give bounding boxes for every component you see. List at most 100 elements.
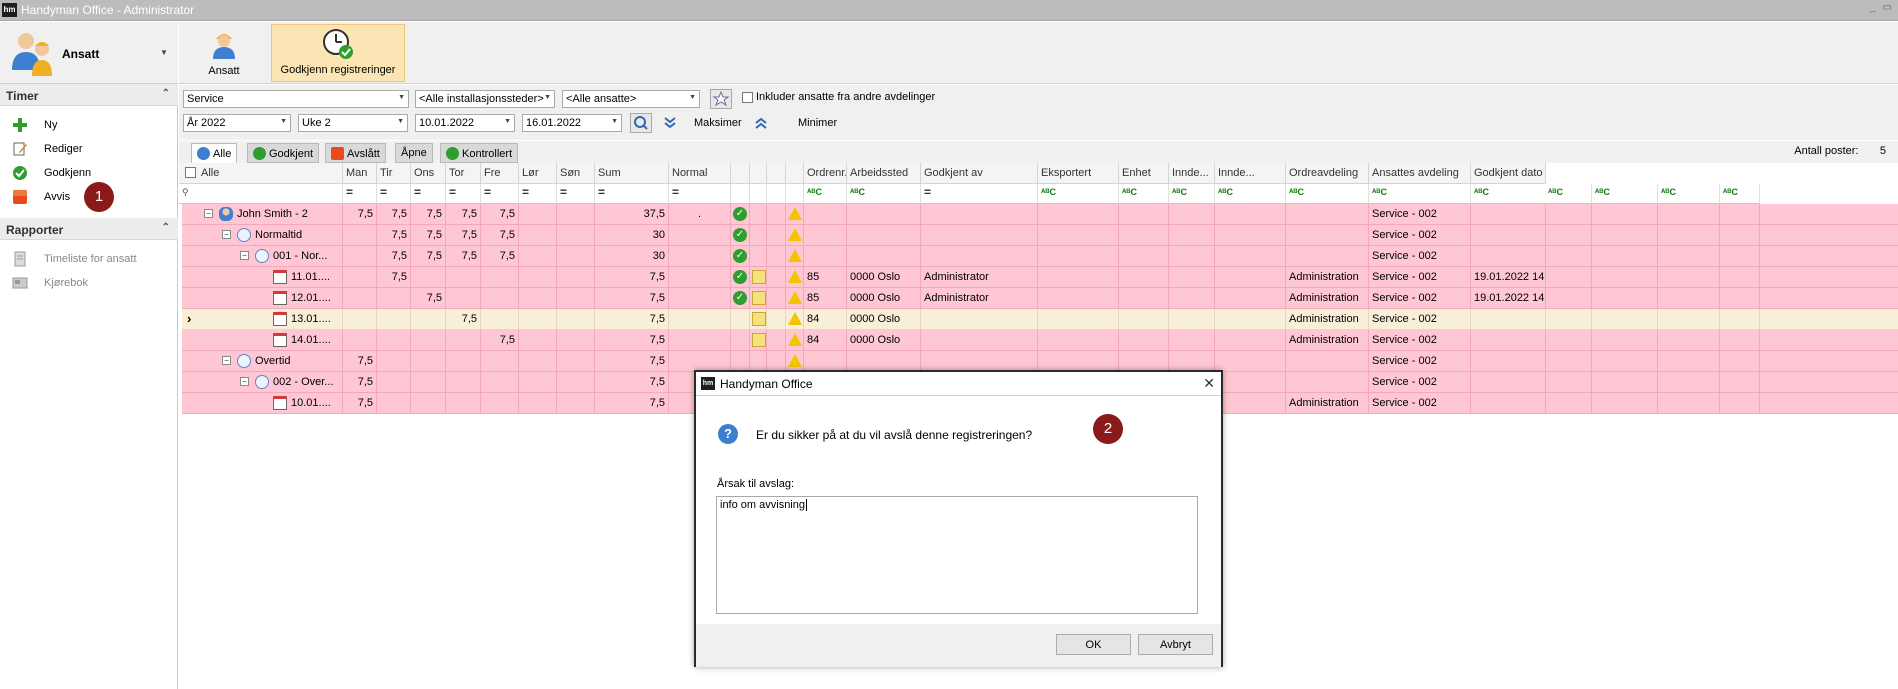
date-to-input[interactable]: 16.01.2022 ▼ [522,114,622,132]
cell-ordreavd[interactable]: Administration [1286,330,1369,351]
cell-tor[interactable] [446,393,481,414]
cell-innde2[interactable] [1215,225,1286,246]
cell-lor[interactable] [519,288,557,309]
row-name-cell[interactable]: 14.01.... [182,330,343,351]
icon-cell[interactable]: ✓ [731,204,750,225]
column-filter[interactable]: = [343,184,377,204]
column-filter[interactable]: ᴬᴮC [804,184,847,204]
tab-apne[interactable]: Åpne [395,143,433,163]
cell-godkjent_dato[interactable] [1471,393,1546,414]
cell-innde1[interactable] [1169,204,1215,225]
minimize-button[interactable]: Minimer [798,117,837,129]
cell-tir[interactable] [377,372,411,393]
cell-install[interactable] [1545,309,1592,330]
cell-install[interactable] [1545,204,1592,225]
table-row[interactable]: 11.01.... 7,5 7,5 ✓ 85 0000 Oslo Administrator… [182,267,1898,288]
row-name-cell[interactable]: − Normaltid [182,225,343,246]
column-filter[interactable]: ᴬᴮC [1369,184,1471,204]
column-filter[interactable]: = [481,184,519,204]
cell-normal[interactable] [669,309,731,330]
cell-ordreavd[interactable]: Administration [1286,393,1369,414]
row-name-cell[interactable]: 11.01.... [182,267,343,288]
column-filter[interactable]: ᴬᴮC [1471,184,1546,204]
column-header[interactable]: Normal [669,163,731,184]
cell-enhet[interactable] [1119,330,1169,351]
icon-cell[interactable] [731,309,750,330]
cell-innde2[interactable] [1215,372,1286,393]
column-header[interactable]: Sum [595,163,669,184]
column-filter[interactable]: ᴬᴮC [1215,184,1286,204]
cell-tir[interactable]: 7,5 [377,204,411,225]
cell-rekvisisjon[interactable] [1658,288,1720,309]
cell-ordreavd[interactable] [1286,246,1369,267]
icon-cell[interactable] [750,288,767,309]
cell-ordrenr[interactable] [804,246,847,267]
table-row[interactable]: − Normaltid 7,5 7,5 7,5 7,5 30 ✓ Service - 002 [182,225,1898,246]
cell-godkjent_dato[interactable] [1471,351,1546,372]
cell-tor[interactable] [446,351,481,372]
cell-ordreavd[interactable]: Administration [1286,288,1369,309]
cell-ons[interactable]: 7,5 [411,225,446,246]
cell-tir[interactable]: 7,5 [377,225,411,246]
cell-hovedordre[interactable] [1592,351,1658,372]
row-name-cell[interactable]: − 001 - Nor... [182,246,343,267]
cell-son[interactable] [557,351,595,372]
icon-cell[interactable] [767,330,786,351]
column-filter[interactable]: ᴬᴮC [847,184,921,204]
cell-ordreavd[interactable] [1286,204,1369,225]
column-header[interactable]: Ons [411,163,446,184]
icon-cell[interactable] [750,267,767,288]
cell-arbeidssted[interactable]: 0000 Oslo [847,288,921,309]
cell-arbeidssted[interactable] [847,204,921,225]
column-header[interactable]: Innde... [1215,163,1286,184]
cell-fre[interactable] [481,288,519,309]
cell-son[interactable] [557,267,595,288]
column-filter[interactable]: = [519,184,557,204]
column-filter[interactable] [786,184,804,204]
expand-all-icon[interactable] [663,116,677,130]
column-header[interactable]: Søn [557,163,595,184]
cell-son[interactable] [557,204,595,225]
icon-cell[interactable]: ✓ [731,225,750,246]
cell-hovedordre[interactable] [1592,372,1658,393]
cell-godkjent_dato[interactable]: 19.01.2022 14:45 [1471,267,1546,288]
cell-ansatt_avd[interactable]: Service - 002 [1369,204,1471,225]
collapse-node-icon[interactable]: − [204,209,213,218]
cell-rekvisisjon[interactable] [1658,393,1720,414]
cell-sum[interactable]: 7,5 [595,351,669,372]
column-filter[interactable]: = [411,184,446,204]
column-filter[interactable]: = [669,184,731,204]
cell-sum[interactable]: 37,5 [595,204,669,225]
cell-ordrenr[interactable]: 85 [804,267,847,288]
cell-enhet[interactable] [1119,288,1169,309]
row-name-cell[interactable]: − 002 - Over... [182,372,343,393]
cell-k[interactable] [1720,204,1760,225]
cell-lor[interactable] [519,267,557,288]
cell-arbeidssted[interactable]: 0000 Oslo [847,330,921,351]
ribbon-godkjenn-button[interactable]: Godkjenn registreringer [271,24,405,82]
icon-cell[interactable] [786,204,804,225]
cell-k[interactable] [1720,372,1760,393]
column-filter[interactable]: ᴬᴮC [1720,184,1760,204]
cell-normal[interactable] [669,267,731,288]
icon-cell[interactable] [786,309,804,330]
cell-sum[interactable]: 7,5 [595,372,669,393]
include-other-checkbox[interactable] [742,92,753,103]
cell-tir[interactable] [377,309,411,330]
cell-hovedordre[interactable] [1592,309,1658,330]
maximize-button[interactable]: Maksimer [694,117,742,129]
cell-eksportert[interactable] [1038,309,1119,330]
cell-sum[interactable]: 7,5 [595,393,669,414]
cell-sum[interactable]: 7,5 [595,288,669,309]
column-filter[interactable]: ᴬᴮC [1169,184,1215,204]
table-row[interactable]: 14.01.... 7,5 7,5 84 0000 Oslo Administration… [182,330,1898,351]
date-from-input[interactable]: 10.01.2022 ▼ [415,114,515,132]
section-rapporter[interactable]: Rapporter ⌃ [0,218,178,240]
cell-eksportert[interactable] [1038,330,1119,351]
column-filter[interactable]: ᴬᴮC [1545,184,1592,204]
column-header[interactable]: Godkjent dato [1471,163,1546,184]
tab-godkjent[interactable]: Godkjent [247,143,320,163]
icon-cell[interactable] [786,351,804,372]
cell-innde1[interactable] [1169,351,1215,372]
cell-install[interactable] [1545,267,1592,288]
